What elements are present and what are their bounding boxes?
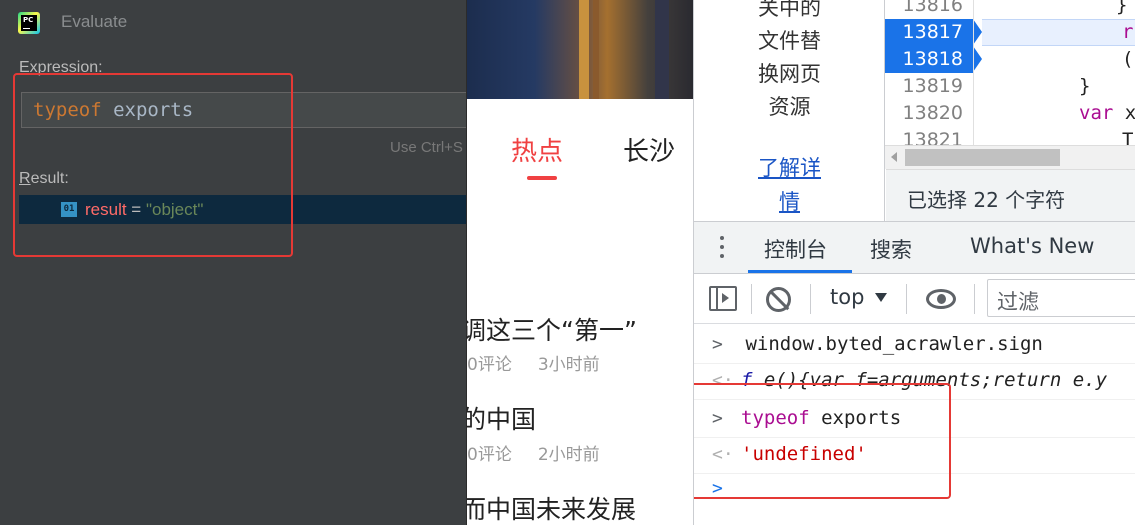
- context-selector[interactable]: top: [830, 285, 864, 309]
- code-token: }: [1079, 75, 1091, 97]
- line-number[interactable]: 13821: [885, 127, 973, 145]
- annotation-box-evaluate: [13, 73, 293, 257]
- line-number-breakpoint[interactable]: 13818: [885, 46, 982, 73]
- code-token: (: [1122, 48, 1134, 70]
- code-token: }: [1116, 0, 1128, 16]
- scroll-left-icon[interactable]: [891, 152, 897, 162]
- description-line: 文件替: [758, 29, 821, 53]
- overrides-sidebar: 关中的 文件替 换网页 资源 了解详 情: [694, 0, 885, 221]
- drawer-tab-bar: 控制台 搜索 What's New: [694, 221, 1135, 274]
- hero-image: [467, 0, 693, 99]
- tab-whats-new[interactable]: What's New: [970, 234, 1094, 258]
- evaluate-hint: Use Ctrl+S: [390, 139, 463, 156]
- pycharm-logo-icon: PC: [18, 12, 40, 34]
- code-line: T: [1122, 127, 1133, 145]
- editor-status-bar: 已选择 22 个字符: [886, 169, 1135, 221]
- devtools-panel: 关中的 文件替 换网页 资源 了解详 情 13816 13817 13818 1…: [693, 0, 1135, 525]
- line-number-breakpoint[interactable]: 13817: [885, 19, 982, 46]
- toolbar-separator: [810, 284, 811, 314]
- news-item-meta: 0评论 2小时前: [467, 440, 600, 465]
- code-line: r: [1122, 19, 1133, 46]
- horizontal-scrollbar[interactable]: [885, 145, 1135, 169]
- console-input-line: > window.byted_acrawler.sign: [694, 328, 1135, 364]
- news-page: 热点 长沙 调这三个“第一” 0评论 3小时前 的中国 0评论 2小时前 而中国未来…: [467, 0, 693, 525]
- description-line: 资源: [768, 95, 811, 119]
- description-line: 换网页: [758, 62, 821, 86]
- publish-time: 2小时前: [537, 445, 600, 465]
- news-item-meta: 0评论 3小时前: [467, 350, 600, 375]
- line-number[interactable]: 13816: [885, 0, 973, 19]
- line-number[interactable]: 13820: [885, 100, 973, 127]
- code-line: }: [1079, 73, 1090, 100]
- code-token: var: [1079, 102, 1114, 124]
- command-chevron-icon: >: [712, 334, 723, 355]
- news-item-title[interactable]: 的中国: [467, 400, 536, 436]
- code-token: x: [1113, 102, 1135, 124]
- comment-count: 0评论: [467, 355, 512, 375]
- source-editor[interactable]: 13816 13817 13818 13819 13820 13821 } r …: [885, 0, 1135, 145]
- pycharm-logo-text: PC: [23, 16, 34, 24]
- publish-time: 3小时前: [537, 355, 600, 375]
- tab-search[interactable]: 搜索: [870, 234, 912, 264]
- dialog-title: Evaluate: [61, 12, 128, 31]
- learn-more-link[interactable]: 了解详 情: [694, 151, 885, 219]
- toolbar-separator: [906, 284, 907, 314]
- news-item-title[interactable]: 而中国未来发展: [467, 490, 636, 525]
- selection-highlight: [982, 19, 1135, 46]
- code-token: r: [1122, 21, 1134, 43]
- annotation-box-console: [694, 383, 951, 499]
- console-toolbar: top 过滤: [694, 274, 1135, 324]
- filter-input[interactable]: 过滤: [987, 279, 1135, 317]
- overrides-description: 关中的 文件替 换网页 资源: [694, 0, 885, 124]
- code-line: (: [1122, 46, 1133, 73]
- live-expression-eye-icon[interactable]: [926, 289, 956, 309]
- code-line: var x: [1079, 100, 1135, 127]
- show-sidebar-icon[interactable]: [709, 286, 737, 311]
- console-command: window.byted_acrawler.sign: [734, 333, 1043, 355]
- tab-hot-indicator: [527, 176, 557, 180]
- link-line: 了解详: [758, 156, 821, 180]
- more-tools-icon[interactable]: [720, 236, 726, 262]
- link-line: 情: [779, 190, 800, 214]
- toolbar-separator: [974, 284, 975, 314]
- clear-console-icon[interactable]: [766, 287, 791, 312]
- tab-console[interactable]: 控制台: [764, 234, 827, 264]
- selection-status: 已选择 22 个字符: [907, 188, 1066, 212]
- filter-placeholder: 过滤: [997, 290, 1039, 314]
- news-item-title[interactable]: 调这三个“第一”: [467, 311, 637, 347]
- code-token: T: [1122, 129, 1134, 145]
- line-number[interactable]: 13819: [885, 73, 973, 100]
- tab-hot[interactable]: 热点: [511, 131, 563, 168]
- gutter-divider: [973, 0, 974, 145]
- scrollbar-thumb[interactable]: [905, 149, 1060, 166]
- comment-count: 0评论: [467, 445, 512, 465]
- evaluate-dialog: PC Evaluate Expression: typeof exports U…: [0, 0, 467, 525]
- tab-city[interactable]: 长沙: [623, 131, 675, 168]
- active-tab-indicator: [748, 270, 852, 273]
- dropdown-arrow-icon[interactable]: [875, 293, 887, 302]
- toolbar-separator: [751, 284, 752, 314]
- description-line: 关中的: [758, 0, 821, 20]
- code-line: }: [1116, 0, 1127, 19]
